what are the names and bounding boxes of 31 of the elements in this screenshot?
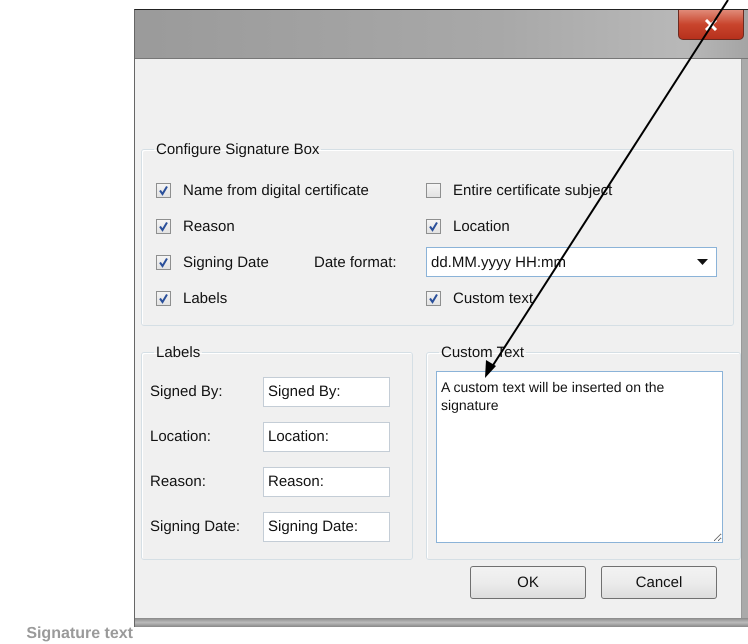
checkbox[interactable] [156,290,171,306]
close-icon [704,18,718,30]
custom-text-field[interactable]: A custom text will be inserted on the signature [436,371,723,543]
checkbox-label: Reason [183,218,235,234]
field-label: Signed By: [150,383,224,400]
checkbox-label: Location [453,218,510,234]
checkbox[interactable] [426,182,441,198]
field-label: Reason: [150,473,207,490]
text-field[interactable]: Signing Date: [263,512,390,542]
caption: Signature text [26,625,133,643]
close-button[interactable] [678,10,744,40]
dropdown-arrow-icon [697,259,708,265]
text-field[interactable]: Signed By: [263,376,390,406]
checkbox[interactable] [156,218,171,234]
field-label: Location: [150,428,212,445]
checkbox[interactable] [426,290,441,306]
group-title: Labels [155,344,202,361]
checkbox[interactable] [426,218,441,234]
group-title: Configure Signature Box [155,141,320,158]
field-label: Date format: [314,254,398,270]
field-label: Signing Date: [150,518,242,535]
checkbox[interactable] [156,254,171,270]
text-field[interactable]: Location: [263,422,390,452]
dialog-button[interactable]: OK [470,566,586,599]
checkbox-label: Custom text [453,290,534,306]
checkbox[interactable] [156,182,171,198]
text-field[interactable]: Reason: [263,466,390,496]
dialog-button[interactable]: Cancel [601,566,717,599]
checkbox-label: Labels [183,290,228,306]
checkbox-label: Signing Date [183,254,269,270]
checkbox-label: Name from digital certificate [183,182,369,198]
